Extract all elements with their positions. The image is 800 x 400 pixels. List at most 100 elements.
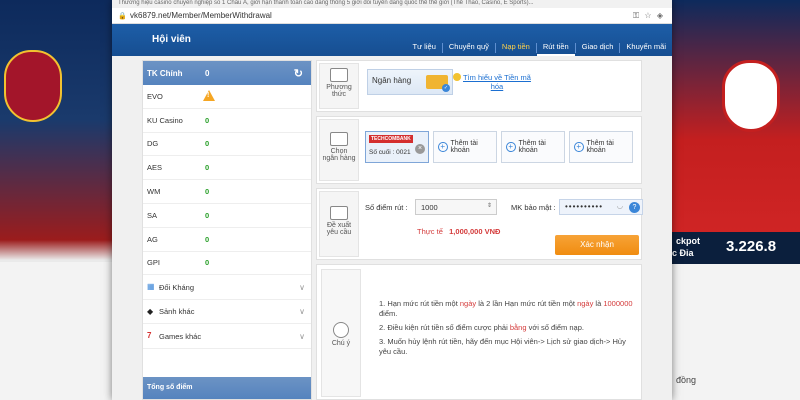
- shield-icon[interactable]: ◈: [654, 11, 666, 20]
- jackpot-label-2: c Đỉa: [672, 248, 694, 258]
- seven-icon: 7: [147, 331, 152, 341]
- techcombank-account[interactable]: TECHCOMBANK Số cuối : 0021 ×: [365, 131, 429, 163]
- wallet-panel: TK Chính 0 ↻ EVO ! KU Casino 0 DG 0 AES 0 W…: [142, 60, 312, 400]
- stepper-icon[interactable]: ⇕: [487, 202, 492, 209]
- note-highlight: bằng: [509, 323, 527, 332]
- url-text[interactable]: vk6879.net/Member/MemberWithdrawal: [130, 11, 630, 20]
- nav-nap-tien[interactable]: Nạp tiền: [496, 40, 536, 56]
- grid-icon: ▦: [147, 282, 155, 292]
- main-wallet-label: TK Chính: [147, 68, 183, 78]
- method-icon-label-1: Phương: [326, 84, 352, 91]
- method-bank-option[interactable]: Ngân hàng ✓: [367, 69, 453, 95]
- help-icon[interactable]: ?: [629, 202, 640, 213]
- note-text: là: [593, 299, 604, 308]
- actual-amount: Thực tế 1,000,000 VNĐ: [417, 227, 500, 236]
- method-icon-label-2: thức: [331, 91, 347, 98]
- method-section: Phương thức Ngân hàng ✓ Tìm hiểu về Tiền…: [316, 60, 642, 112]
- wallet-row: AG 0: [143, 228, 311, 252]
- warning-icon[interactable]: !: [203, 90, 215, 101]
- bank-section: Chọn ngân hàng TECHCOMBANK Số cuối : 002…: [316, 116, 642, 184]
- group-doi-khang[interactable]: ▦ Đối Kháng ∨: [143, 275, 311, 300]
- notes-icon-box: Chú ý: [321, 269, 361, 397]
- star-icon[interactable]: ☆: [642, 11, 654, 20]
- nav-tu-lieu[interactable]: Tư liệu: [407, 40, 442, 56]
- add-account-button[interactable]: + Thêm tài khoản: [501, 131, 565, 163]
- note-highlight: ngày: [577, 299, 594, 308]
- note-item: 2. Điều kiện rút tiền số điểm cược phải …: [379, 323, 635, 333]
- chevron-down-icon: ∨: [299, 282, 305, 292]
- eye-icon[interactable]: ◡: [617, 202, 624, 210]
- notes-icon-label: Chú ý: [331, 340, 351, 347]
- chevron-down-icon: ∨: [299, 331, 305, 341]
- nav-giao-dich[interactable]: Giao dịch: [576, 40, 620, 56]
- note-text: là 2 lần Hạn mức rút tiền một: [476, 299, 578, 308]
- request-icon-label-1: Đề xuất: [326, 222, 352, 229]
- check-icon: ✓: [442, 84, 450, 92]
- bank-icon-box: Chọn ngân hàng: [319, 119, 359, 181]
- wallet-name: KU Casino: [147, 115, 183, 125]
- note-highlight: 1000000: [603, 299, 633, 308]
- chevron-down-icon: ∨: [299, 307, 305, 317]
- wallet-row: DG 0: [143, 133, 311, 157]
- refresh-icon[interactable]: ↻: [294, 67, 303, 80]
- request-icon-label-2: yêu cầu: [326, 229, 352, 236]
- wallet-row: KU Casino 0: [143, 109, 311, 133]
- wallet-value: 0: [205, 139, 210, 149]
- confirm-button[interactable]: Xác nhận: [555, 235, 639, 255]
- add-account-button[interactable]: + Thêm tài khoản: [569, 131, 633, 163]
- group-sanh-khac[interactable]: ◆ Sảnh khác ∨: [143, 300, 311, 325]
- withdraw-section: Đề xuất yêu cầu Số điểm rút : 1000 ⇕ MK …: [316, 188, 643, 260]
- group-label: Games khác: [159, 331, 202, 341]
- note-text: điểm.: [379, 309, 398, 318]
- add-account-label: Thêm tài khoản: [450, 140, 478, 154]
- wallet-row: SA 0: [143, 204, 311, 228]
- add-account-label: Thêm tài khoản: [586, 140, 614, 154]
- wallet-row: AES 0: [143, 156, 311, 181]
- nav-chuyen-quy[interactable]: Chuyển quỹ: [443, 40, 495, 56]
- wallet-name: DG: [147, 139, 159, 149]
- notes-section: Chú ý 1. Hạn mức rút tiền một ngày là 2 …: [316, 264, 642, 400]
- points-value: 1000: [421, 203, 438, 212]
- nav-rut-tien[interactable]: Rút tiền: [536, 40, 575, 56]
- add-account-button[interactable]: + Thêm tài khoản: [433, 131, 497, 163]
- actual-label: Thực tế: [417, 227, 443, 236]
- total-points-bar: Tổng số điểm: [143, 377, 311, 399]
- method-bank-label: Ngân hàng: [372, 76, 412, 85]
- note-text: với số điểm nạp.: [526, 323, 584, 332]
- wallet-row: WM 0: [143, 180, 311, 204]
- password-value: ••••••••••: [565, 202, 604, 211]
- points-input[interactable]: 1000 ⇕: [415, 199, 497, 215]
- diamond-icon: ◆: [147, 306, 154, 316]
- wallet-name: EVO: [147, 91, 163, 101]
- wallet-name: GPI: [147, 258, 160, 268]
- nav-khuyen-mai[interactable]: Khuyến mãi: [620, 40, 672, 56]
- card-icon: [330, 132, 348, 146]
- close-icon[interactable]: ×: [415, 144, 425, 154]
- card-icon: [330, 68, 348, 82]
- crypto-info-link[interactable]: Tìm hiểu về Tiền mã hóa: [453, 73, 531, 91]
- wallet-value: 0: [205, 210, 210, 220]
- page-title: Hội viên: [152, 34, 191, 45]
- document-icon: [330, 206, 348, 220]
- lightbulb-icon: [333, 322, 349, 338]
- group-games-khac[interactable]: 7 Games khác ∨: [143, 324, 311, 349]
- wallet-value: 0: [205, 163, 210, 173]
- address-bar[interactable]: 🔒 vk6879.net/Member/MemberWithdrawal ⚿ ☆…: [112, 8, 672, 24]
- main-wallet-row: TK Chính 0 ↻: [143, 61, 311, 85]
- wallet-value: 0: [205, 187, 210, 197]
- wallet-row: GPI 0: [143, 252, 311, 276]
- main-wallet-balance: 0: [205, 68, 210, 78]
- bank-icon-label-2: ngân hàng: [322, 155, 356, 162]
- wallet-name: AES: [147, 163, 163, 173]
- request-icon-box: Đề xuất yêu cầu: [319, 191, 359, 257]
- notes-list: 1. Hạn mức rút tiền một ngày là 2 lần Hạ…: [379, 299, 635, 361]
- background-text: đồng: [676, 375, 697, 385]
- password-label: MK bảo mật :: [511, 203, 556, 212]
- title-strip: Thương hiệu casino chuyên nghiệp số 1 Ch…: [112, 0, 672, 8]
- browser-window: Thương hiệu casino chuyên nghiệp số 1 Ch…: [112, 0, 672, 400]
- crypto-link-line-2: hóa: [490, 82, 504, 91]
- bank-icon-label-1: Chọn: [330, 148, 348, 155]
- background-left-bottom: [0, 262, 112, 400]
- security-password-input[interactable]: •••••••••• ◡ ?: [559, 199, 643, 215]
- key-icon[interactable]: ⚿: [630, 11, 642, 21]
